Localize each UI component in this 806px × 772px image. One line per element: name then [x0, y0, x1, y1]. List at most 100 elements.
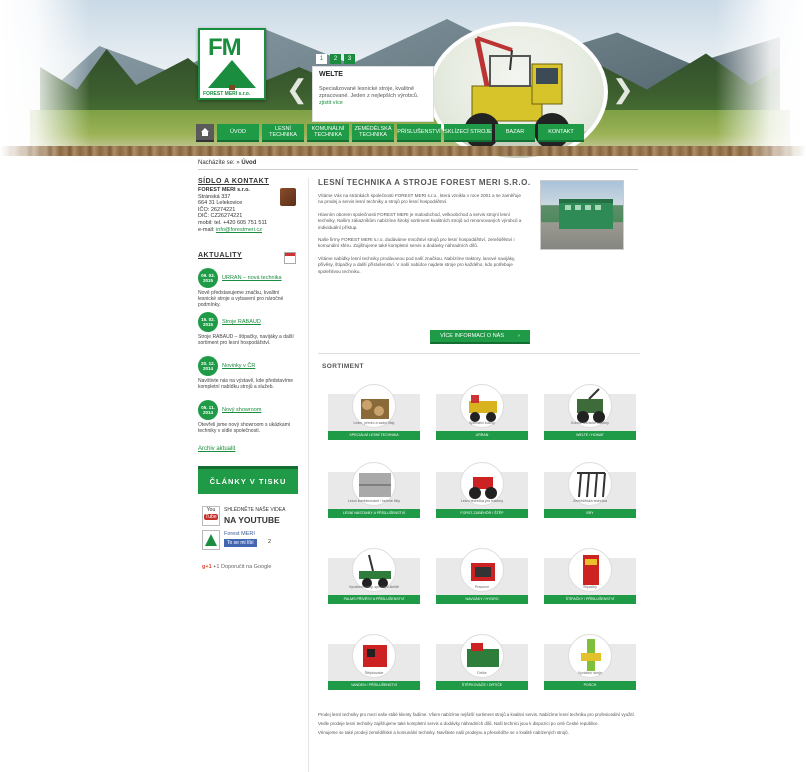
- contact-email-row: e-mail: info@forestmeri.cz: [198, 227, 300, 234]
- slider-prev-arrow-icon[interactable]: ❮: [286, 74, 308, 105]
- breadcrumb-prefix: Nacházíte se:: [198, 160, 235, 166]
- news-title-link[interactable]: Stroje RABAUD: [222, 319, 261, 325]
- news-title-link[interactable]: Nový showroom: [222, 407, 261, 413]
- category-card[interactable]: Vyvážecí stroje POSCH: [544, 634, 636, 696]
- news-date-badge: 15. 02. 2015: [198, 312, 218, 332]
- nav-item-lesni-technika[interactable]: Lesní technika: [262, 124, 304, 142]
- nav-item-prislusenstvi[interactable]: Příslušenství: [397, 124, 441, 142]
- category-label: URRAN: [436, 431, 528, 440]
- building-window: [565, 205, 571, 210]
- news-date-badge: 20. 12. 2014: [198, 356, 218, 376]
- category-name: Lesní kombinované / tažené lišty: [347, 499, 401, 503]
- google-plus-button[interactable]: g+1 +1 Doporučit na Google: [202, 564, 271, 570]
- intro-paragraph: Hlavním oborem společnosti FOREST MERI j…: [318, 211, 522, 230]
- more-info-button[interactable]: Více informací o nás ›: [430, 330, 530, 344]
- youtube-logo-tube: Tube: [204, 514, 218, 520]
- category-card[interactable]: Štěpkovače VANDEN / PŘÍSLUŠENSTVÍ: [328, 634, 420, 696]
- category-card[interactable]: Drtiče ŠTĚPKOVAČE / DRTIČE: [436, 634, 528, 696]
- category-card[interactable]: Lesní technika pro traktory FORST-ZUBEHÖ…: [436, 462, 528, 524]
- category-label: SPECIÁLNÍ LESNÍ TECHNIKA: [328, 431, 420, 440]
- category-card[interactable]: Speciální kolový URRAN: [436, 384, 528, 446]
- company-building-photo: [540, 180, 624, 250]
- category-name: Štěpkovače: [364, 671, 384, 675]
- category-name: Kolové lesnické traktory: [571, 421, 609, 425]
- category-label: FORST-ZUBEHÖR / ŠTĚP: [436, 509, 528, 518]
- slider-page-3[interactable]: 3: [344, 54, 355, 64]
- category-card[interactable]: Štípačky ŠTÍPAČKY / PŘÍSLUŠENSTVÍ: [544, 548, 636, 610]
- contact-phone: mobil: tel. +420 605 751 511: [198, 219, 268, 226]
- category-name: Lesní technika pro traktory: [460, 499, 504, 503]
- nav-item-kontakt[interactable]: Kontakt: [538, 124, 584, 142]
- nav-item-komunalni-technika[interactable]: Komunální technika: [307, 124, 349, 142]
- news-title-link[interactable]: Novinky v ČR: [222, 363, 255, 369]
- slider-page-1[interactable]: 1: [316, 54, 327, 64]
- category-card[interactable]: Kolové lesnické traktory WELTE / HOMAT: [544, 384, 636, 446]
- nav-home-button[interactable]: [196, 124, 214, 142]
- news-text: Nově představujeme značku, kvalitní lesn…: [198, 290, 284, 308]
- banner-fade-left: [0, 0, 90, 168]
- contact-heading: Sídlo a kontakt: [198, 178, 270, 185]
- main-navigation: Úvod Lesní technika Komunální technika Z…: [196, 124, 584, 142]
- category-card[interactable]: Lesní kombinované / tažené lišty LESNÍ N…: [328, 462, 420, 524]
- news-archive-link[interactable]: Archiv aktualit: [198, 446, 235, 452]
- banner-fade-right: [716, 0, 806, 168]
- chevron-right-icon: ›: [518, 333, 520, 339]
- page: FM FOREST MERI s.r.o. ❮ ❯ 1 2 3 WELTE Sp…: [0, 0, 806, 772]
- nav-item-zemedelska-technika[interactable]: Zemědělská technika: [352, 124, 394, 142]
- news-date-badge: 09. 03. 2015: [198, 268, 218, 288]
- wood-divider-fade-left: [0, 146, 60, 156]
- slider-caption: WELTE Specializované lesnické stroje, kv…: [312, 66, 434, 122]
- category-label: PALMS PŘÍVĚSY A PŘÍSLUŠENSTVÍ: [328, 595, 420, 604]
- news-text: Navštivte nás na výstavě, kde představím…: [198, 378, 294, 390]
- youtube-icon: You Tube: [202, 506, 220, 526]
- news-heading: Aktuality: [198, 252, 243, 259]
- slider-next-arrow-icon[interactable]: ❯: [612, 74, 634, 105]
- slider-title: WELTE: [319, 71, 343, 78]
- youtube-logo-you: You: [206, 507, 216, 513]
- facebook-like-count: 2: [268, 539, 272, 545]
- google-plus-label: +1 Doporučit na Google: [213, 564, 272, 570]
- intro-paragraph: Vítáme Vás na stránkách společnosti FORE…: [318, 193, 521, 205]
- building-window: [595, 205, 601, 210]
- category-label: VANDEN / PŘÍSLUŠENSTVÍ: [328, 681, 420, 690]
- category-card[interactable]: Zemědělská technika BRY: [544, 462, 636, 524]
- category-label: ŠTĚPKOVAČE / DRTIČE: [436, 681, 528, 690]
- company-logo[interactable]: FM FOREST MERI s.r.o.: [198, 28, 266, 100]
- category-card[interactable]: Pracovní NAVIJÁKY / HYDRO: [436, 548, 528, 610]
- youtube-title-name: YOUTUBE: [238, 515, 280, 525]
- tree-icon: [208, 60, 256, 88]
- category-name: Štípačky: [583, 585, 597, 589]
- wood-divider: [0, 146, 806, 156]
- fm-small-icon: [205, 534, 217, 546]
- slider-page-2[interactable]: 2: [330, 54, 341, 64]
- facebook-page-avatar: [202, 530, 220, 550]
- intro-paragraph: Vítáme nabídky lesní techniky prodávanou…: [318, 255, 516, 274]
- header-banner: FM FOREST MERI s.r.o. ❮ ❯ 1 2 3 WELTE Sp…: [0, 0, 806, 168]
- press-articles-button[interactable]: ČLÁNKY V TISKU: [198, 466, 298, 494]
- category-card[interactable]: Vyvážecí vleky, speciální kleště PALMS P…: [328, 548, 420, 610]
- youtube-caption: Shlédněte naše videa: [224, 507, 286, 513]
- nav-item-uvod[interactable]: Úvod: [217, 124, 259, 142]
- building-window: [585, 205, 591, 210]
- column-divider: [308, 178, 309, 772]
- category-label: LESNÍ NÁSTAVBY A PŘÍSLUŠENSTVÍ: [328, 509, 420, 518]
- nav-item-sklizeci-stroje[interactable]: Sklízecí stroje: [444, 124, 492, 142]
- nav-item-bazar[interactable]: Bazar: [495, 124, 535, 142]
- more-info-label: Více informací o nás: [440, 333, 505, 339]
- main-content: Lesní technika a stroje Forest Meri s.r.…: [318, 178, 640, 735]
- news-text: Otevřeli jsme nový showroom s ukázkami t…: [198, 422, 290, 434]
- slider-more-link[interactable]: zjistit více: [319, 100, 427, 106]
- youtube-link[interactable]: You Tube Shlédněte naše videa NA YOUTUBE: [202, 506, 298, 526]
- logo-text: FM: [208, 34, 242, 61]
- category-card[interactable]: Lesní, přední a zadní lišty SPECIÁLNÍ LE…: [328, 384, 420, 446]
- contact-email-link[interactable]: info@forestmeri.cz: [216, 227, 262, 233]
- youtube-title: NA YOUTUBE: [224, 515, 280, 525]
- category-label: NAVIJÁKY / HYDRO: [436, 595, 528, 604]
- news-title-link[interactable]: URRAN – nová technika: [222, 275, 282, 281]
- footer-paragraph: Prodej lesní techniky pro mezi naše stál…: [318, 712, 635, 717]
- breadcrumb: Nacházíte se: » Úvod: [198, 160, 256, 166]
- category-name: Drtiče: [477, 671, 487, 675]
- facebook-like-button[interactable]: To se mi líbí: [224, 539, 257, 547]
- facebook-page-name[interactable]: Forest MERI: [224, 531, 255, 537]
- category-label: POSCH: [544, 681, 636, 690]
